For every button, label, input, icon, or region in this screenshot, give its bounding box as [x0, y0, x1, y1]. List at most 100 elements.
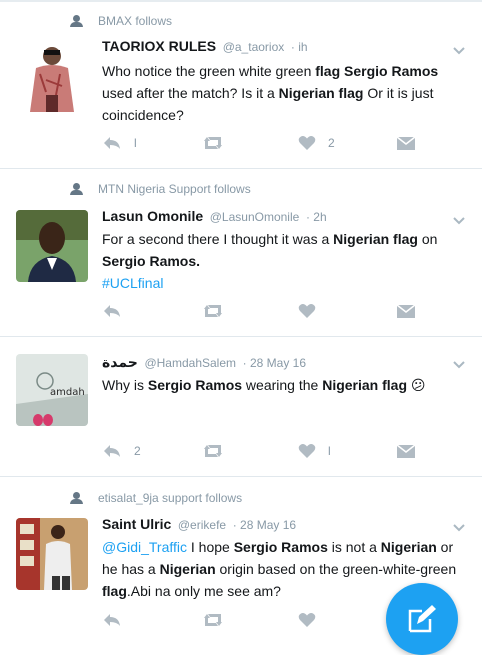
avatar[interactable] [16, 40, 88, 112]
retweet-button[interactable] [202, 303, 236, 319]
like-button[interactable]: 2 [298, 135, 335, 151]
retweet-button[interactable] [202, 443, 236, 459]
reply-count: l [134, 136, 137, 150]
divider [0, 476, 482, 477]
display-name[interactable]: حمدة [102, 354, 138, 370]
keyword-highlight: Sergio Ramos [233, 539, 328, 555]
handle[interactable]: @a_taoriox [223, 40, 285, 54]
reply-icon [104, 305, 120, 317]
tweet-header: حمدة @HamdahSalem · 28 May 16 [102, 354, 306, 371]
tweet-link[interactable]: @Gidi_Traffic [102, 539, 187, 555]
like-count: l [328, 444, 331, 458]
chevron-down-icon[interactable] [452, 44, 466, 58]
tweet-text-segment: Why is [102, 377, 148, 393]
social-context: etisalat_9ja support follows [70, 491, 242, 505]
follow-icon [70, 492, 84, 504]
compose-tweet-button[interactable] [386, 583, 458, 655]
top-divider [0, 0, 482, 2]
tweet-header: TAORIOX RULES @a_taoriox · ih [102, 38, 308, 54]
tweet-text-segment: wearing the [242, 377, 323, 393]
direct-message-button[interactable] [396, 443, 416, 459]
avatar[interactable] [16, 210, 88, 282]
tweet-header: Saint Ulric @erikefe · 28 May 16 [102, 516, 296, 532]
reply-icon [104, 137, 120, 149]
envelope-icon [396, 136, 416, 150]
like-button[interactable] [298, 612, 328, 628]
tweet-text-segment: .Abi na only me see am? [126, 583, 281, 599]
keyword-highlight: Nigerian flag [278, 85, 364, 101]
avatar-caption: amdah [50, 387, 85, 398]
tweet-text: Why is Sergio Ramos wearing the Nigerian… [102, 374, 462, 396]
social-context: MTN Nigeria Support follows [70, 182, 251, 196]
reply-icon [104, 614, 120, 626]
tweet-text-segment: origin based on the green-white-green [215, 561, 457, 577]
retweet-button[interactable] [202, 135, 236, 151]
tweet-actions [102, 612, 432, 632]
tweet-text-segment: on [417, 231, 438, 247]
direct-message-button[interactable] [396, 303, 416, 319]
follow-icon [70, 15, 84, 27]
retweet-icon [204, 137, 222, 149]
handle[interactable]: @erikefe [178, 518, 226, 532]
timestamp: · 2h [305, 210, 327, 224]
keyword-highlight: Sergio Ramos [344, 63, 439, 79]
keyword-highlight: Nigerian [380, 539, 437, 555]
avatar[interactable]: amdah [16, 354, 88, 426]
reply-button[interactable] [102, 612, 134, 628]
keyword-highlight: flag [315, 63, 341, 79]
display-name[interactable]: TAORIOX RULES [102, 38, 216, 54]
chevron-down-icon[interactable] [452, 521, 466, 535]
heart-icon [298, 613, 316, 627]
tweet-text-segment: used after the match? Is it a [102, 85, 279, 101]
social-context-text: MTN Nigeria Support follows [98, 182, 251, 196]
tweet-text-segment: I hope [187, 539, 234, 555]
tweet-text: Who notice the green white green flag Se… [102, 60, 462, 126]
chevron-down-icon[interactable] [452, 358, 466, 372]
tweet-text-segment: 😕 [407, 377, 426, 393]
follow-icon [70, 183, 84, 195]
like-button[interactable] [298, 303, 328, 319]
reply-button[interactable] [102, 303, 134, 319]
handle[interactable]: @HamdahSalem [144, 356, 236, 370]
retweet-icon [204, 305, 222, 317]
display-name[interactable]: Saint Ulric [102, 516, 171, 532]
heart-icon [298, 444, 316, 458]
tweet-text-segment: Who notice the green white green [102, 63, 316, 79]
handle[interactable]: @LasunOmonile [210, 210, 300, 224]
direct-message-button[interactable] [396, 135, 416, 151]
display-name[interactable]: Lasun Omonile [102, 208, 203, 224]
social-context: BMAX follows [70, 14, 172, 28]
retweet-icon [204, 445, 222, 457]
tweet-link[interactable]: #UCLfinal [102, 275, 163, 291]
envelope-icon [396, 444, 416, 458]
retweet-button[interactable] [202, 612, 236, 628]
keyword-highlight: Nigerian [159, 561, 216, 577]
timestamp: · ih [290, 40, 308, 54]
tweet-actions: 2 l [102, 443, 432, 463]
tweet-text: For a second there I thought it was a Ni… [102, 228, 462, 294]
reply-count: 2 [134, 444, 141, 458]
social-context-text: BMAX follows [98, 14, 173, 28]
compose-icon [408, 605, 436, 633]
like-button[interactable]: l [298, 443, 331, 459]
keyword-highlight: Sergio Ramos. [102, 253, 201, 269]
social-context-text: etisalat_9ja support follows [98, 491, 243, 505]
timestamp: · 28 May 16 [242, 356, 307, 370]
envelope-icon [396, 304, 416, 318]
heart-icon [298, 136, 316, 150]
keyword-highlight: Nigerian flag [322, 377, 407, 393]
retweet-icon [204, 614, 222, 626]
keyword-highlight: Nigerian flag [333, 231, 418, 247]
tweet-actions: l 2 [102, 135, 432, 155]
reply-icon [104, 445, 120, 457]
keyword-highlight: flag [102, 583, 127, 599]
keyword-highlight: Sergio Ramos [147, 377, 243, 393]
chevron-down-icon[interactable] [452, 214, 466, 228]
tweet-header: Lasun Omonile @LasunOmonile · 2h [102, 208, 327, 224]
like-count: 2 [328, 136, 335, 150]
reply-button[interactable]: 2 [102, 443, 141, 459]
reply-button[interactable]: l [102, 135, 137, 151]
divider [0, 168, 482, 169]
tweet-text-segment: For a second there I thought it was a [102, 231, 334, 247]
avatar[interactable] [16, 518, 88, 590]
